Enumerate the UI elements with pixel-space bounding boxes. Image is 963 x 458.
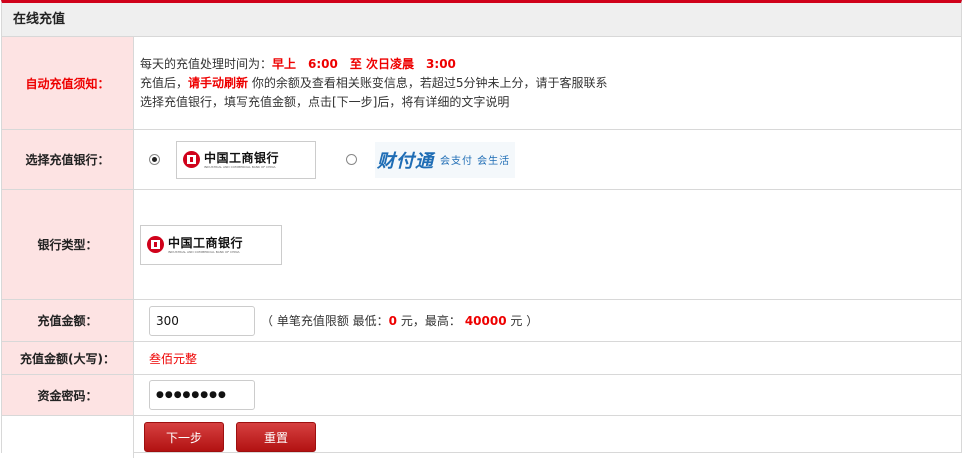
amount-limit-mid: 元，最高： [397, 314, 461, 328]
bank-type-name: 中国工商银行 [168, 235, 244, 250]
amount-input[interactable]: 300 [149, 305, 255, 336]
password-content: ●●●●●●●● [134, 375, 961, 415]
amount-min: 0 [388, 314, 397, 328]
icbc-radio[interactable] [149, 154, 160, 165]
tenpay-radio[interactable] [346, 154, 357, 165]
service-hours: 早上 6:00 至 次日凌晨 3:00 [272, 56, 456, 71]
next-button[interactable]: 下一步 [144, 422, 224, 452]
notice-line3: 选择充值银行，填写充值金额，点击[下一步]后，将有详细的文字说明 [140, 94, 510, 109]
amount-limit-prefix: （ 单笔充值限额 最低： [261, 314, 389, 328]
refresh-hint: 请手动刷新 [188, 75, 249, 90]
bank-type-content: 中国工商银行 INDUSTRIAL AND COMMERCIAL BANK OF… [134, 190, 961, 299]
actions-content: 下一步 重置 [134, 416, 961, 458]
icbc-option-subtext: INDUSTRIAL AND COMMERCIAL BANK OF CHINA [204, 164, 276, 169]
tenpay-option-logo[interactable]: 财付通 会支付 会生活 [375, 141, 515, 178]
notice-line2-prefix: 充值后， [140, 75, 189, 90]
icbc-selected-logo: 中国工商银行 INDUSTRIAL AND COMMERCIAL BANK OF… [140, 224, 282, 265]
bank-select-label: 选择充值银行： [2, 130, 134, 189]
amount-content: 300 （ 单笔充值限额 最低：0 元，最高： 40000 元 ） [134, 300, 961, 341]
amount-upper-value: 叁佰元整 [149, 351, 198, 366]
password-value: ●●●●●●●● [156, 390, 227, 400]
bank-type-row: 银行类型： 中国工商银行 INDUSTRIAL AND COMMERCIAL B… [2, 190, 961, 300]
bank-type-subtext: INDUSTRIAL AND COMMERCIAL BANK OF CHINA [168, 249, 240, 254]
bank-type-label: 银行类型： [2, 190, 134, 299]
amount-upper-label: 充值金额(大写)： [2, 342, 134, 374]
panel-title: 在线充值 [2, 3, 961, 37]
notice-line2-suffix: 你的余额及查看相关账变信息，若超过5分钟未上分，请于客服联系 [251, 75, 608, 90]
amount-limit-suffix: 元 ） [506, 314, 539, 328]
recharge-panel: 在线充值 自动充值须知： 每天的充值处理时间为：早上 6:00 至 次日凌晨 3… [1, 0, 962, 458]
icbc-option-logo[interactable]: 中国工商银行 INDUSTRIAL AND COMMERCIAL BANK OF… [176, 140, 316, 179]
bank-select-row: 选择充值银行： 中国工商银行 INDUSTRIAL AND COMMERCIAL… [2, 130, 961, 190]
amount-row: 充值金额： 300 （ 单笔充值限额 最低：0 元，最高： 40000 元 ） [2, 300, 961, 342]
notice-line1-prefix: 每天的充值处理时间为： [140, 56, 273, 71]
notice-content: 每天的充值处理时间为：早上 6:00 至 次日凌晨 3:00 充值后，请手动刷新… [134, 37, 961, 129]
bank-select-options: 中国工商银行 INDUSTRIAL AND COMMERCIAL BANK OF… [134, 130, 961, 189]
password-row: 资金密码： ●●●●●●●● [2, 375, 961, 416]
actions-row: 下一步 重置 [2, 416, 961, 458]
tenpay-option-name: 财付通 [377, 150, 434, 172]
reset-button[interactable]: 重置 [236, 422, 316, 452]
amount-max: 40000 [464, 314, 507, 328]
password-input[interactable]: ●●●●●●●● [149, 380, 255, 410]
password-label: 资金密码： [2, 375, 134, 415]
actions-label-cell [2, 416, 134, 458]
icbc-option-name: 中国工商银行 [204, 150, 280, 165]
icbc-logo-icon [183, 151, 200, 168]
amount-upper-row: 充值金额(大写)： 叁佰元整 [2, 342, 961, 375]
tenpay-slogan: 会支付 会生活 [440, 156, 511, 167]
notice-label: 自动充值须知： [2, 37, 134, 129]
amount-upper-content: 叁佰元整 [134, 342, 961, 374]
amount-value: 300 [156, 313, 179, 328]
notice-row: 自动充值须知： 每天的充值处理时间为：早上 6:00 至 次日凌晨 3:00 充… [2, 37, 961, 130]
amount-label: 充值金额： [2, 300, 134, 341]
icbc-logo-icon [147, 236, 164, 253]
